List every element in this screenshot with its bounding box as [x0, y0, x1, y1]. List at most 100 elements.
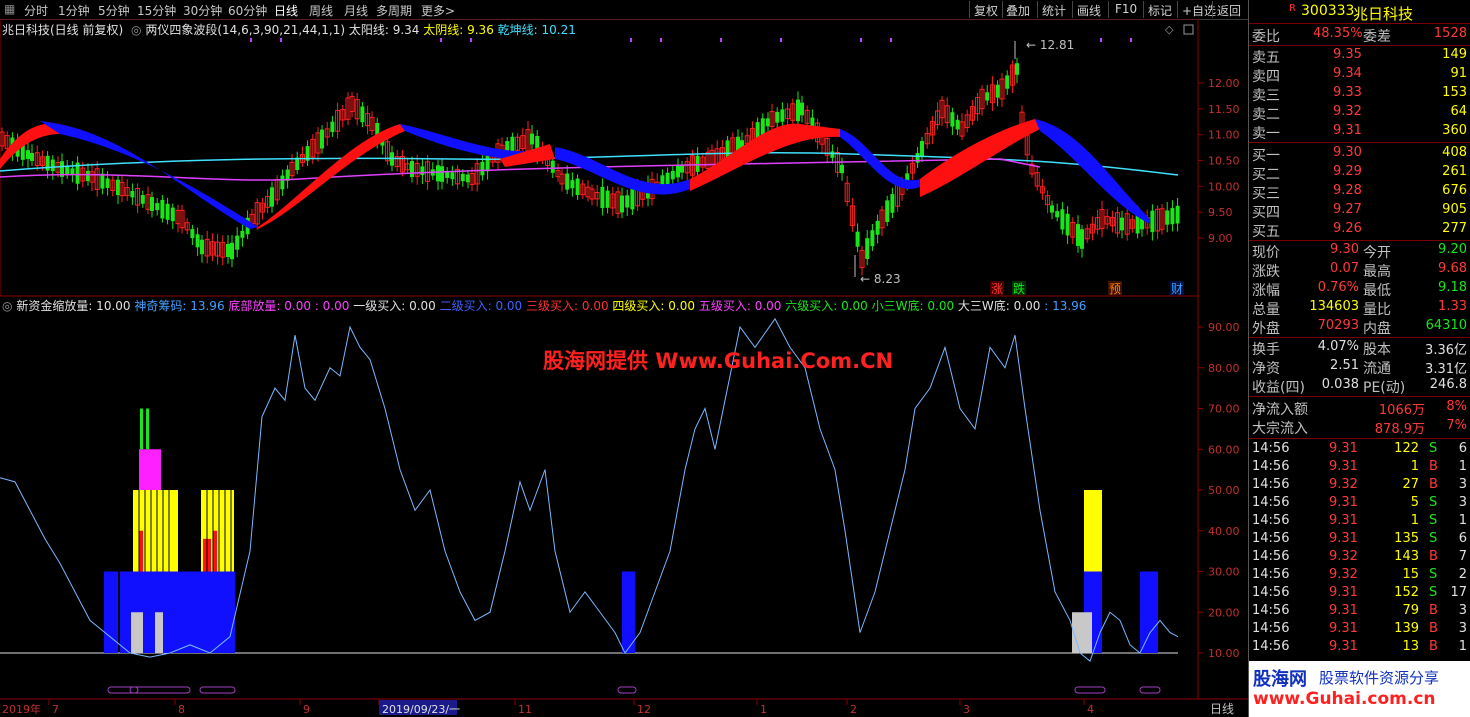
signal-dot [780, 38, 782, 42]
event-marker[interactable]: 跌 [1013, 281, 1025, 296]
divider [1108, 1, 1109, 18]
period-tab[interactable]: 60分钟 [228, 2, 267, 19]
low-price-label: ← 8.23 [860, 272, 901, 286]
weibi-label: 委比 [1252, 29, 1280, 45]
period-tab[interactable]: 分时 [24, 2, 48, 19]
tick-row: 14:56 9.31 152 S 17 [1249, 585, 1470, 603]
sell-price: 9.31 [1333, 123, 1362, 138]
candle [875, 220, 880, 235]
tick-volume: 1 [1410, 513, 1419, 528]
candle [450, 172, 455, 180]
indicator-value: 0.00 [1009, 299, 1041, 313]
stock-header: R 300333 兆日科技 [1249, 3, 1470, 23]
window-icon[interactable] [1183, 24, 1194, 35]
y-tick-label: 50.00 [1208, 484, 1240, 497]
buy-volume: 905 [1442, 202, 1467, 217]
expand-icon[interactable]: ◇ [1165, 23, 1174, 36]
event-marker[interactable]: 财 [1171, 282, 1183, 296]
candle [466, 174, 470, 183]
period-tab[interactable]: 1分钟 [58, 2, 90, 19]
indicator-value: 0.00 [578, 299, 609, 313]
candle [1120, 217, 1124, 231]
tick-price: 9.31 [1329, 585, 1358, 600]
toolbar-button[interactable]: 叠加 [1006, 2, 1030, 19]
x-tick-label: 2019/09/23/一 [382, 703, 460, 716]
candle [575, 178, 580, 196]
period-tab[interactable]: 更多> [421, 2, 455, 19]
indicator-value: 0.00 [837, 299, 868, 313]
signal-dot [1100, 38, 1102, 42]
period-tab[interactable]: 15分钟 [137, 2, 176, 19]
period-tab[interactable]: 30分钟 [183, 2, 222, 19]
period-tab[interactable]: 月线 [344, 2, 368, 19]
tick-count: 3 [1458, 603, 1467, 618]
period-tab[interactable]: 5分钟 [98, 2, 130, 19]
settings-icon[interactable]: ◎ [131, 23, 141, 37]
y-tick-label: 20.00 [1208, 606, 1240, 619]
tick-row: 14:56 9.31 139 B 3 [1249, 621, 1470, 639]
toolbar-button[interactable]: 统计 [1042, 2, 1066, 19]
candle [1080, 229, 1084, 249]
candle [440, 166, 444, 182]
toolbar-button[interactable]: +自选 [1182, 2, 1216, 19]
x-tick-label: 9 [303, 703, 310, 716]
buy-label: 买四 [1252, 205, 1280, 221]
tick-count: 2 [1458, 567, 1467, 582]
candle [676, 165, 680, 178]
divider [1249, 45, 1470, 46]
tick-side: S [1429, 441, 1438, 456]
toolbar-button[interactable]: 复权 [974, 2, 998, 19]
event-marker[interactable]: 涨 [991, 281, 1003, 296]
candle [480, 161, 485, 176]
event-marker[interactable]: 预 [1109, 282, 1121, 296]
indicator-name[interactable]: 两仪四象波段(14,6,3,90,21,44,1,1) [145, 23, 345, 37]
stat-value: 9.30 [1330, 242, 1359, 257]
buy-price: 9.29 [1333, 164, 1362, 179]
candle [920, 141, 924, 157]
stat-value: 0.07 [1330, 261, 1359, 276]
menu-icon[interactable]: ▦ [4, 2, 15, 16]
toolbar-button[interactable]: F10 [1115, 2, 1137, 16]
stat-label: 现价 [1252, 245, 1280, 261]
y-tick-label: 80.00 [1208, 362, 1240, 375]
tick-row: 14:56 9.31 1 S 1 [1249, 513, 1470, 531]
candle [840, 164, 844, 174]
tick-side: S [1429, 531, 1438, 546]
period-label[interactable]: 日线 [1210, 702, 1234, 716]
cycle-marker [107, 686, 139, 694]
toolbar-button[interactable]: 标记 [1148, 2, 1172, 19]
signal-dot [1130, 38, 1132, 42]
x-tick-label: 12 [637, 703, 651, 716]
tick-side: S [1429, 513, 1438, 528]
weibi-row: 委比 48.35% 委差 1528 [1249, 26, 1470, 45]
stat-value: 0.76% [1317, 280, 1359, 295]
y-tick-label: 11.00 [1208, 129, 1240, 142]
candle [680, 165, 684, 173]
toolbar-button[interactable]: 返回 [1217, 2, 1241, 19]
ad-banner[interactable]: 股海网 股票软件资源分享 www.Guhai.com.cn [1249, 661, 1470, 717]
toolbar-button[interactable]: 画线 [1077, 2, 1101, 19]
candle [1055, 211, 1060, 218]
flow-percent: 8% [1446, 399, 1467, 414]
tick-time: 14:56 [1252, 477, 1290, 492]
sell-price: 9.34 [1333, 66, 1362, 81]
stat-value: 246.8 [1429, 377, 1467, 392]
main-chart-header: 兆日科技(日线 前复权) ◎ 两仪四象波段(14,6,3,90,21,44,1,… [2, 21, 576, 38]
settings-icon[interactable]: ◎ [2, 299, 12, 313]
cycle-marker [1139, 686, 1161, 694]
period-tab[interactable]: 周线 [309, 2, 333, 19]
indicator-label: 四级买入: [608, 299, 665, 313]
fund-flow-row: 大宗流入 878.9万 7% [1249, 418, 1470, 437]
candle [630, 188, 635, 210]
quote-stat-row: 涨跌 0.07 最高 9.68 [1249, 261, 1470, 280]
quote-stat-row: 现价 9.30 今开 9.20 [1249, 242, 1470, 261]
period-tab[interactable]: 多周期 [376, 2, 412, 19]
tick-side: B [1429, 621, 1438, 636]
candle [420, 166, 425, 176]
period-tab[interactable]: 日线 [274, 2, 298, 19]
buy-volume: 676 [1442, 183, 1467, 198]
tick-time: 14:56 [1252, 639, 1290, 654]
weicha-label: 委差 [1363, 29, 1391, 45]
tick-side: S [1429, 567, 1438, 582]
tick-row: 14:56 9.32 27 B 3 [1249, 477, 1470, 495]
